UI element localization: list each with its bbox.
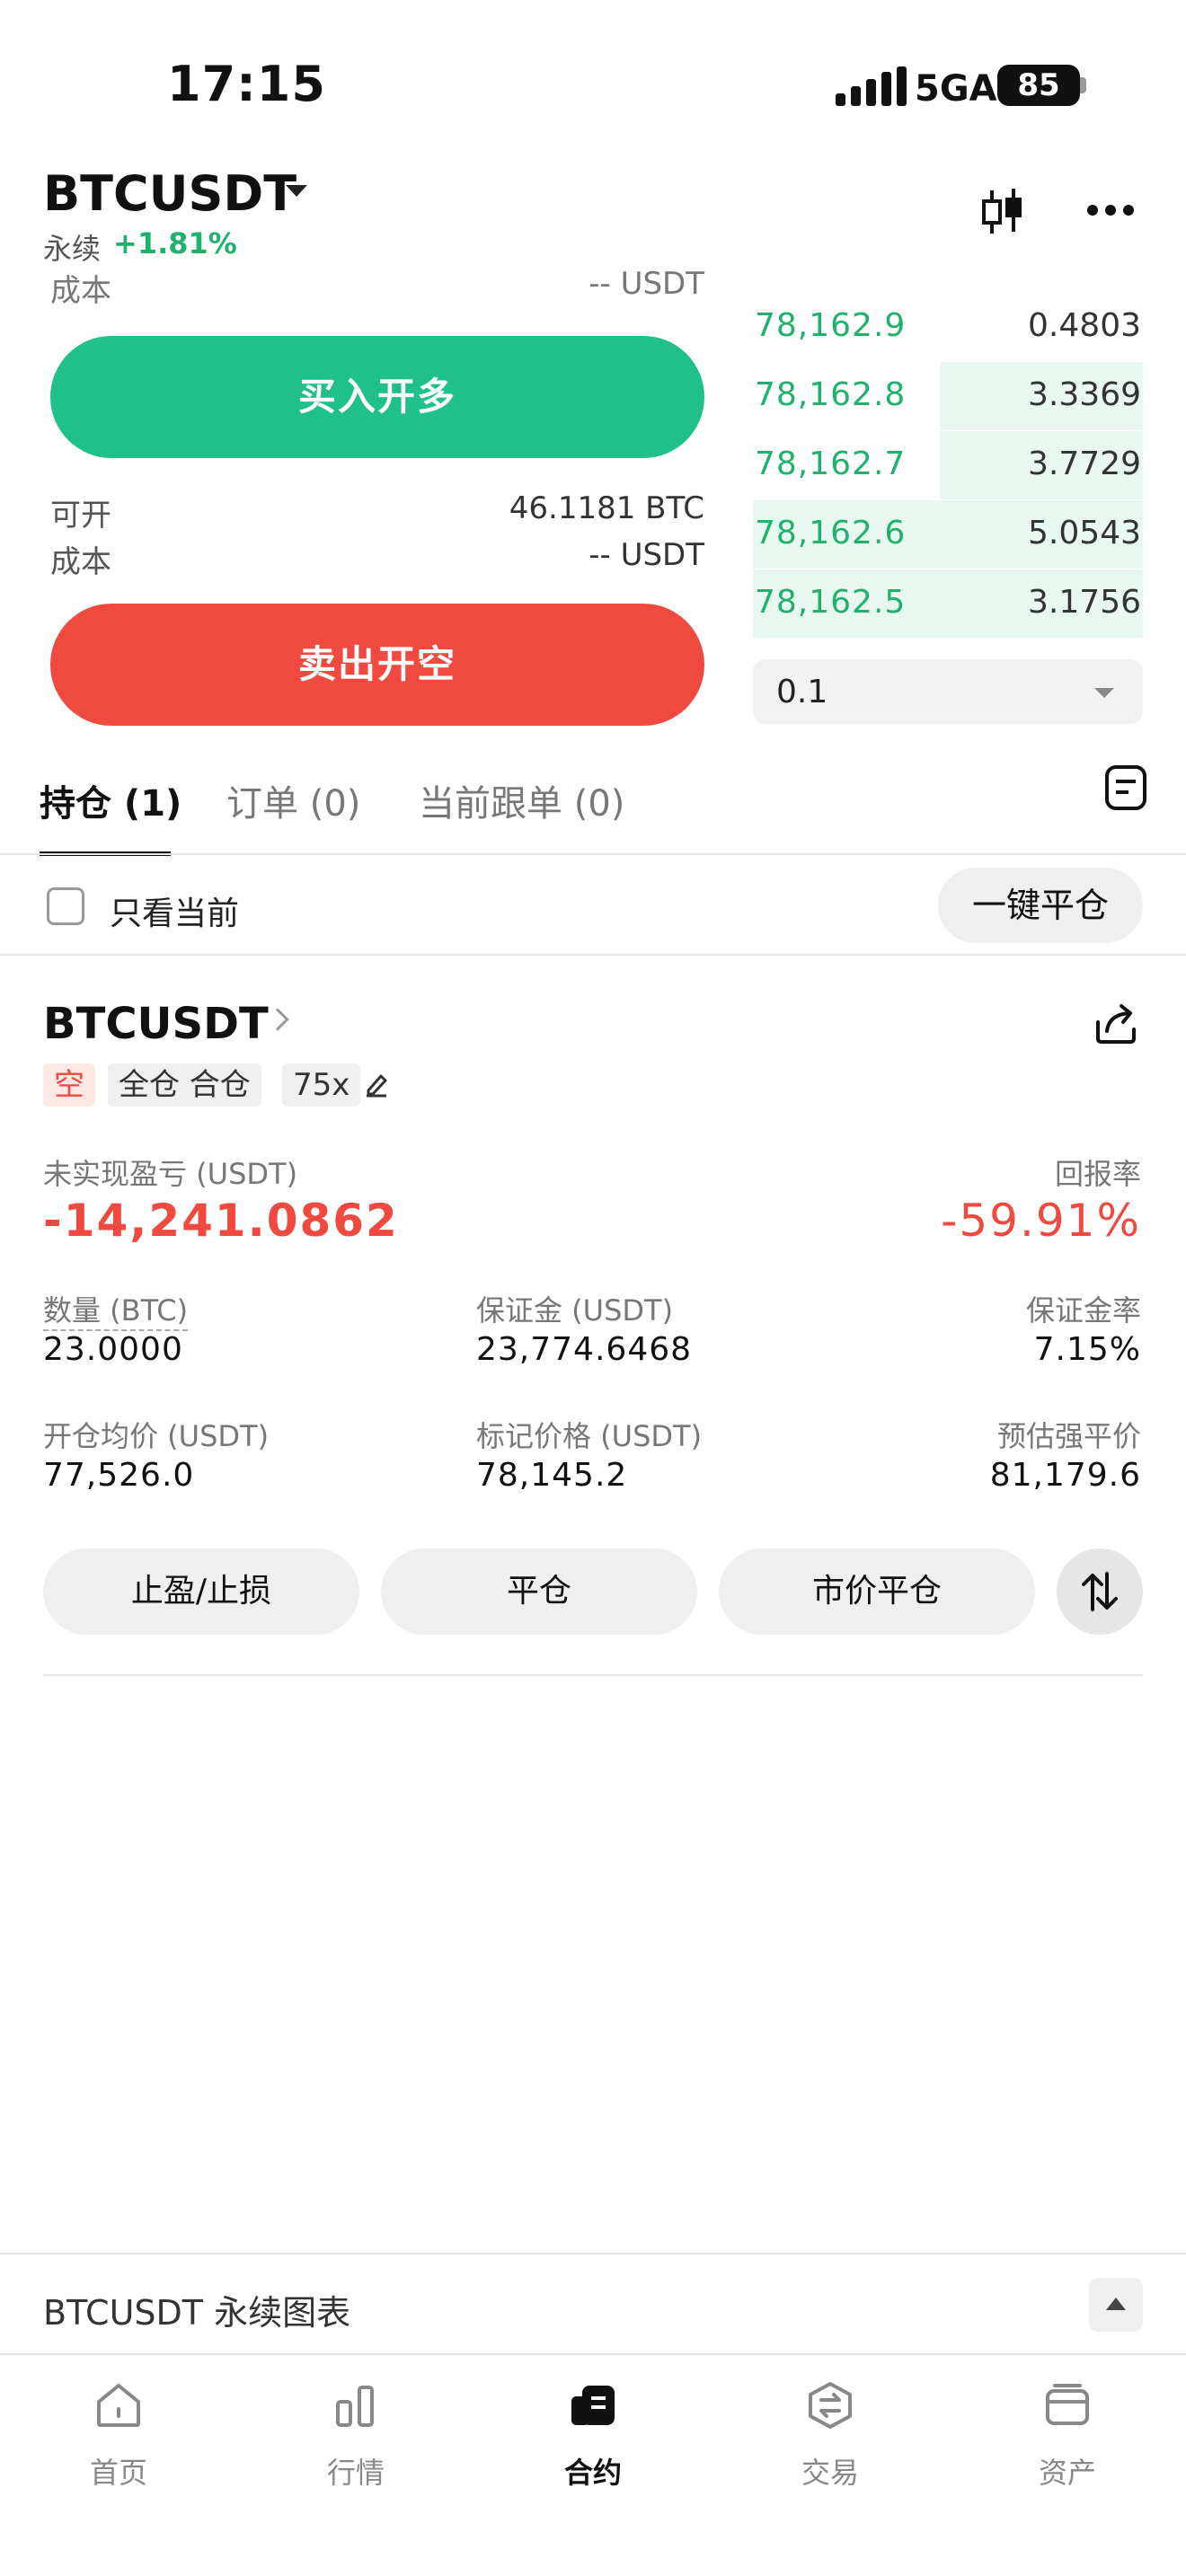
- available-label: 可开: [50, 498, 111, 534]
- order-book-qty: 0.4803: [1028, 307, 1141, 344]
- tab-positions[interactable]: 持仓 (1): [40, 774, 181, 826]
- entry-price-label: 开仓均价 (USDT): [43, 1419, 270, 1453]
- reverse-position-button[interactable]: [1057, 1548, 1143, 1635]
- roi-value: -59.91%: [941, 1195, 1141, 1247]
- document-icon[interactable]: [1103, 763, 1148, 812]
- margin-mode-tag: 全仓 合仓: [108, 1063, 261, 1107]
- signal-icon: [836, 66, 907, 106]
- current-only-label: 只看当前: [110, 895, 240, 932]
- depth-precision-value: 0.1: [776, 674, 828, 710]
- current-only-checkbox[interactable]: [47, 887, 84, 925]
- tab-copy-orders[interactable]: 当前跟单 (0): [419, 774, 624, 826]
- unrealized-pnl-value: -14,241.0862: [43, 1195, 399, 1247]
- nav-home[interactable]: 首页: [47, 2373, 190, 2490]
- position-symbol[interactable]: BTCUSDT: [43, 999, 269, 1049]
- share-icon[interactable]: [1093, 1002, 1139, 1045]
- quantity-label[interactable]: 数量 (BTC): [43, 1288, 189, 1331]
- chart-expand-button[interactable]: [1089, 2278, 1143, 2332]
- futures-icon: [571, 2386, 615, 2425]
- mark-price-label: 标记价格 (USDT): [476, 1419, 703, 1453]
- order-book-qty: 3.7729: [1028, 446, 1141, 482]
- nav-label: 交易: [801, 2456, 859, 2490]
- sell-short-button[interactable]: 卖出开空: [50, 604, 704, 726]
- tab-orders[interactable]: 订单 (0): [226, 774, 360, 826]
- order-book-price[interactable]: 78,162.9: [755, 307, 906, 344]
- available-value: 46.1181 BTC: [509, 490, 704, 526]
- order-book-qty: 3.3369: [1028, 376, 1141, 413]
- wallet-icon: [1046, 2384, 1089, 2425]
- caret-down-icon[interactable]: [286, 185, 307, 197]
- chevron-right-icon[interactable]: [266, 1008, 289, 1031]
- nav-futures[interactable]: 合约: [521, 2373, 665, 2490]
- nav-label: 行情: [326, 2456, 385, 2490]
- entry-price-value: 77,526.0: [43, 1457, 195, 1494]
- contract-type: 永续: [43, 232, 102, 266]
- mark-price-value: 78,145.2: [476, 1457, 628, 1494]
- order-book-price[interactable]: 78,162.6: [755, 515, 906, 551]
- caret-down-icon: [1094, 688, 1114, 698]
- buy-long-button[interactable]: 买入开多: [50, 336, 704, 458]
- trade-icon: [809, 2382, 852, 2429]
- close-all-button[interactable]: 一键平仓: [938, 868, 1143, 943]
- roi-label: 回报率: [1054, 1157, 1141, 1191]
- swap-arrows-icon: [1082, 1572, 1118, 1611]
- quantity-value: 23.0000: [43, 1331, 183, 1368]
- unrealized-pnl-label: 未实现盈亏 (USDT): [43, 1157, 298, 1191]
- nav-label: 资产: [1038, 2456, 1096, 2490]
- nav-market[interactable]: 行情: [284, 2373, 428, 2490]
- tp-sl-button[interactable]: 止盈/止损: [43, 1548, 359, 1635]
- nav-label: 首页: [89, 2456, 147, 2490]
- liq-price-value: 81,179.6: [989, 1457, 1141, 1494]
- divider: [0, 853, 1186, 855]
- liq-price-label: 预估强平价: [996, 1419, 1141, 1453]
- order-book-qty: 3.1756: [1028, 584, 1141, 621]
- order-book-qty: 5.0543: [1028, 515, 1141, 551]
- margin-value: 23,774.6468: [476, 1331, 693, 1368]
- chart-bar-label[interactable]: BTCUSDT 永续图表: [43, 2285, 350, 2334]
- cost-value-top: -- USDT: [589, 266, 704, 302]
- network-type: 5GA: [915, 68, 997, 110]
- order-book-price[interactable]: 78,162.5: [755, 584, 906, 621]
- price-change: +1.81%: [113, 226, 237, 260]
- margin-label: 保证金 (USDT): [476, 1293, 674, 1328]
- close-position-button[interactable]: 平仓: [381, 1548, 697, 1635]
- divider: [0, 2253, 1186, 2254]
- divider: [43, 1674, 1143, 1676]
- home-icon: [97, 2384, 140, 2427]
- order-book-price[interactable]: 78,162.7: [755, 446, 906, 482]
- cost-label-top: 成本: [50, 273, 111, 309]
- status-bar: 17:15 5GA 85: [0, 0, 1186, 171]
- battery-icon: 85: [997, 65, 1080, 106]
- margin-ratio-label: 保证金率: [1025, 1293, 1141, 1328]
- bottom-nav: 首页 行情 合约 交易 资产: [0, 2353, 1186, 2576]
- leverage-tag[interactable]: 75x: [282, 1063, 361, 1107]
- divider: [0, 954, 1186, 956]
- more-icon[interactable]: [1085, 201, 1136, 219]
- pair-selector[interactable]: BTCUSDT: [43, 165, 296, 222]
- margin-ratio-value: 7.15%: [1033, 1331, 1141, 1368]
- candlestick-chart-icon[interactable]: [979, 187, 1026, 237]
- edit-icon[interactable]: [363, 1071, 390, 1098]
- nav-trade[interactable]: 交易: [758, 2373, 902, 2490]
- market-close-button[interactable]: 市价平仓: [719, 1548, 1035, 1635]
- market-icon: [336, 2386, 374, 2427]
- order-book-price[interactable]: 78,162.8: [755, 376, 906, 413]
- nav-label: 合约: [563, 2456, 622, 2490]
- cost-value: -- USDT: [589, 537, 704, 573]
- battery-tip: [1080, 77, 1086, 93]
- cost-label: 成本: [50, 544, 111, 580]
- side-tag: 空: [43, 1063, 95, 1107]
- nav-assets[interactable]: 资产: [996, 2373, 1139, 2490]
- leverage-value: 75x: [293, 1067, 350, 1103]
- status-time: 17:15: [167, 56, 326, 112]
